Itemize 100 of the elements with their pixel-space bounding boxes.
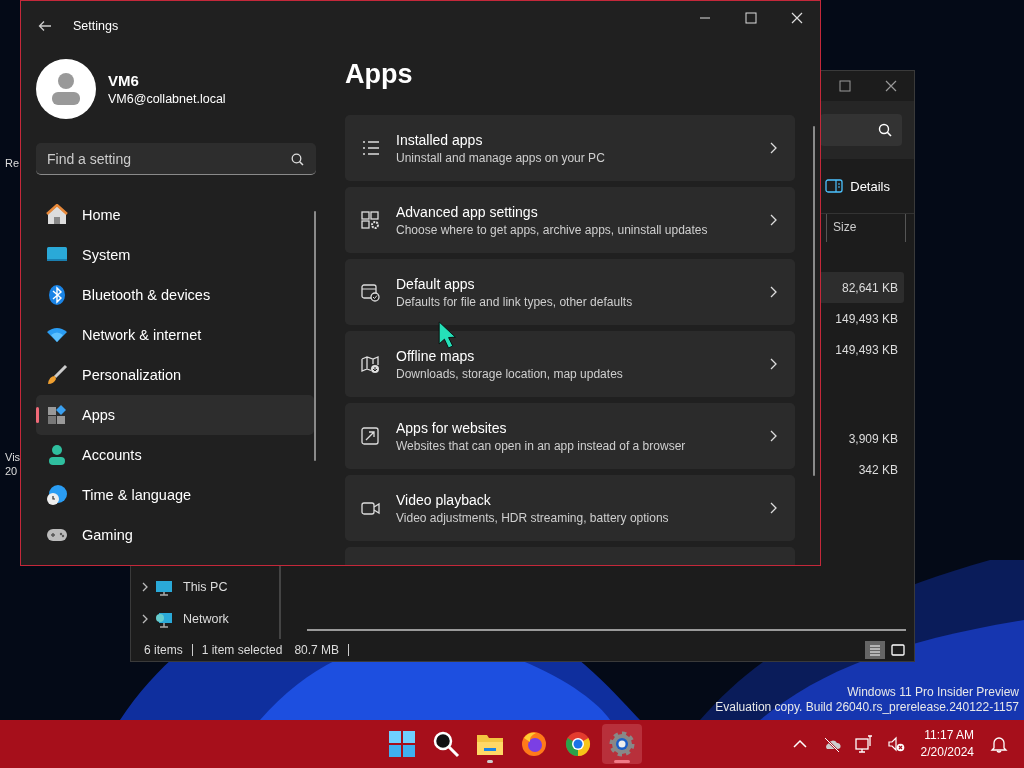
sidebar-item[interactable]: Apps — [36, 395, 314, 435]
gear-icon — [608, 730, 636, 758]
chevron-right-icon — [769, 286, 777, 298]
back-arrow-icon — [38, 20, 52, 32]
selected-row[interactable]: 82,641 KB — [820, 272, 904, 303]
scrollbar[interactable] — [813, 126, 815, 476]
nav-tree-item[interactable]: Network — [131, 603, 279, 635]
sidebar-item[interactable]: Time & language — [36, 475, 314, 515]
file-size-text: 82,641 KB — [841, 280, 898, 295]
bell-icon — [990, 735, 1008, 753]
details-pane-icon — [825, 179, 844, 193]
search-icon — [878, 123, 892, 137]
map-icon — [361, 354, 380, 374]
network-monitor-icon — [155, 610, 173, 628]
desktop-icon-label: Vis — [5, 451, 21, 463]
windows-logo-icon — [388, 730, 416, 758]
card-description: Downloads, storage location, map updates — [396, 366, 624, 381]
card-title: Video playback — [396, 491, 492, 508]
clock-date[interactable]: 2/20/2024 — [920, 744, 974, 761]
item-count-text: 6 items — [144, 643, 183, 657]
chevron-right-icon — [769, 430, 777, 442]
apps-grid-icon — [46, 404, 68, 426]
sidebar-item[interactable]: System — [36, 235, 314, 275]
card-description: Choose where to get apps, archive apps, uninstall updates — [396, 222, 709, 237]
chevron-right-icon — [769, 358, 777, 370]
expand-chevron-icon — [141, 582, 149, 592]
monitor-network-icon — [854, 735, 873, 753]
page-heading: Apps — [345, 59, 414, 90]
search-field[interactable]: Find a setting — [36, 143, 316, 175]
search-icon — [291, 153, 304, 166]
chevron-right-icon — [769, 142, 777, 154]
column-header[interactable]: Size — [826, 214, 906, 242]
app-settings-icon — [361, 210, 380, 230]
round-browser-icon — [564, 730, 592, 758]
card-description: Uninstall and manage apps on your PC — [396, 150, 606, 165]
desktop-icon-label: 20 — [5, 465, 18, 477]
maximize-icon — [839, 80, 851, 92]
cloud-off-icon — [822, 735, 841, 753]
settings-card[interactable]: Installed apps Uninstall and manage apps on your PC — [345, 115, 795, 181]
settings-card[interactable]: Apps for websites Websites that can open in an app instead of a browser — [345, 403, 795, 469]
settings-card[interactable]: Offline maps Downloads, storage location, map updates — [345, 331, 795, 397]
close-icon — [791, 12, 803, 24]
chevron-right-icon — [769, 214, 777, 226]
settings-card[interactable]: Video playback Video adjustments, HDR streaming, battery options — [345, 475, 795, 541]
globe-clock-icon — [46, 484, 68, 506]
default-apps-icon — [361, 282, 380, 302]
sidebar-item[interactable]: Network & internet — [36, 315, 314, 355]
file-size-text: 149,493 KB — [835, 311, 898, 326]
scrollbar[interactable] — [314, 211, 316, 461]
monitor-icon — [155, 578, 173, 596]
person-icon — [46, 444, 68, 466]
window-title: Settings — [73, 19, 119, 33]
maximize-icon — [745, 12, 757, 24]
home-icon — [46, 204, 68, 226]
user-email: VM6@collabnet.local — [108, 92, 226, 106]
speaker-muted-icon — [886, 735, 905, 753]
selection-size-text: 80.7 MB — [294, 643, 340, 657]
card-description: Video adjustments, HDR streaming, battery options — [396, 510, 670, 525]
bluetooth-icon — [46, 284, 68, 306]
sidebar-item[interactable]: Home — [36, 195, 314, 235]
card-description: Defaults for file and link types, other defaults — [396, 294, 634, 309]
sidebar-item[interactable]: Gaming — [36, 515, 314, 555]
list-icon — [361, 138, 380, 158]
details-view-icon — [867, 642, 883, 658]
avatar[interactable] — [36, 59, 96, 119]
chevron-right-icon — [769, 502, 777, 514]
watermark-text: Evaluation copy. Build 26040.rs_prerelease.240122-1157 — [715, 700, 1019, 715]
user-name: VM6 — [108, 72, 140, 89]
file-size-text: 342 KB — [858, 462, 898, 477]
expand-chevron-icon — [141, 614, 149, 624]
paintbrush-icon — [46, 364, 68, 386]
person-silhouette-icon — [51, 72, 81, 106]
fox-browser-icon — [520, 730, 548, 758]
desktop-icon-label: Re — [5, 157, 20, 169]
file-size-text: 149,493 KB — [835, 342, 898, 357]
card-title: Offline maps — [396, 347, 476, 364]
file-size-text: 3,909 KB — [848, 431, 898, 446]
card-title: Apps for websites — [396, 419, 508, 436]
cursor-icon — [437, 321, 457, 349]
close-icon — [885, 80, 897, 92]
selection-text: 1 item selected — [201, 643, 283, 657]
sidebar-item[interactable]: Bluetooth & devices — [36, 275, 314, 315]
card-title: Installed apps — [396, 131, 484, 148]
clock-time[interactable]: 11:17 AM — [920, 727, 974, 744]
search-icon — [432, 730, 460, 758]
sidebar-item[interactable]: Personalization — [36, 355, 314, 395]
settings-button[interactable] — [602, 724, 642, 764]
open-link-icon — [361, 426, 380, 446]
card-description: Websites that can open in an app instead of a browser — [396, 438, 687, 453]
watermark-text: Windows 11 Pro Insider Preview — [846, 685, 1019, 700]
nav-tree-item[interactable]: This PC — [131, 571, 279, 603]
settings-card[interactable]: Advanced app settings Choose where to get apps, archive apps, uninstall updates — [345, 187, 795, 253]
sidebar-item[interactable]: Accounts — [36, 435, 314, 475]
large-icons-view-icon — [890, 642, 906, 658]
search-field[interactable] — [820, 114, 902, 146]
tiles-view-button[interactable] — [888, 641, 908, 659]
details-button[interactable]: Details — [821, 174, 894, 198]
card-title: Advanced app settings — [396, 203, 539, 220]
card-title: Default apps — [396, 275, 476, 292]
settings-card[interactable]: Default apps Defaults for file and link types, other defaults — [345, 259, 795, 325]
